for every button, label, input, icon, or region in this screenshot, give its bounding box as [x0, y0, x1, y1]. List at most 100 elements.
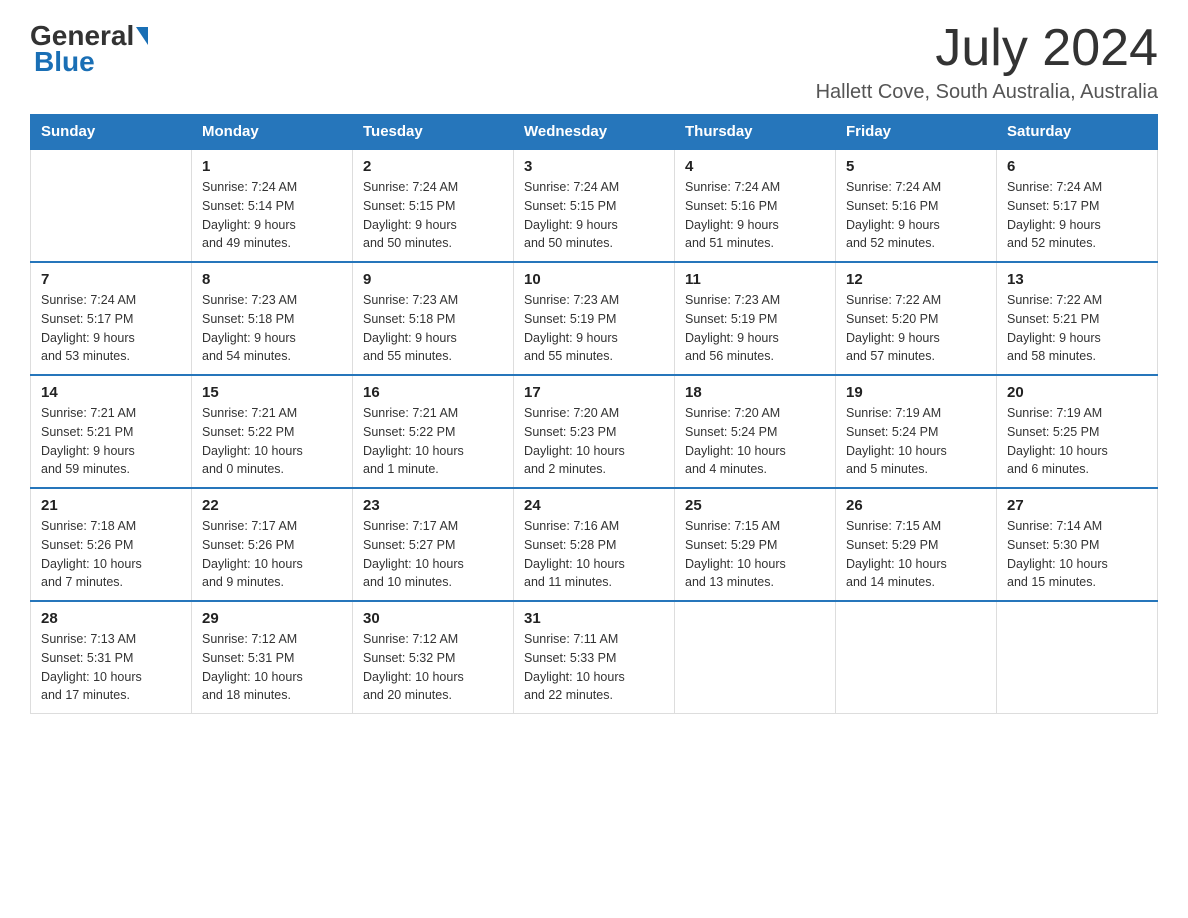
day-info: Sunrise: 7:23 AM Sunset: 5:18 PM Dayligh… — [363, 291, 503, 366]
weekday-header-monday: Monday — [192, 115, 353, 150]
day-info: Sunrise: 7:24 AM Sunset: 5:15 PM Dayligh… — [363, 178, 503, 253]
day-info: Sunrise: 7:12 AM Sunset: 5:31 PM Dayligh… — [202, 630, 342, 705]
calendar-week-row: 21 Sunrise: 7:18 AM Sunset: 5:26 PM Dayli… — [31, 488, 1158, 601]
day-info: Sunrise: 7:24 AM Sunset: 5:15 PM Dayligh… — [524, 178, 664, 253]
day-info: Sunrise: 7:23 AM Sunset: 5:18 PM Dayligh… — [202, 291, 342, 366]
day-info: Sunrise: 7:19 AM Sunset: 5:25 PM Dayligh… — [1007, 404, 1147, 479]
day-number: 31 — [524, 610, 664, 627]
calendar-cell: 17 Sunrise: 7:20 AM Sunset: 5:23 PM Dayli… — [514, 375, 675, 488]
day-info: Sunrise: 7:20 AM Sunset: 5:23 PM Dayligh… — [524, 404, 664, 479]
day-info: Sunrise: 7:24 AM Sunset: 5:16 PM Dayligh… — [846, 178, 986, 253]
title-block: July 2024 Hallett Cove, South Australia,… — [816, 20, 1158, 104]
calendar-cell: 8Sunrise: 7:23 AM Sunset: 5:18 PM Daylig… — [192, 262, 353, 375]
calendar-cell: 31 Sunrise: 7:11 AM Sunset: 5:33 PM Dayli… — [514, 601, 675, 714]
calendar-cell — [997, 601, 1158, 714]
calendar-cell — [836, 601, 997, 714]
day-info: Sunrise: 7:23 AM Sunset: 5:19 PM Dayligh… — [685, 291, 825, 366]
day-number: 14 — [41, 384, 181, 401]
calendar-table: SundayMondayTuesdayWednesdayThursdayFrid… — [30, 114, 1158, 714]
calendar-cell: 15Sunrise: 7:21 AM Sunset: 5:22 PM Dayli… — [192, 375, 353, 488]
calendar-cell: 30 Sunrise: 7:12 AM Sunset: 5:32 PM Dayli… — [353, 601, 514, 714]
logo: General Blue — [30, 20, 150, 78]
day-number: 6 — [1007, 158, 1147, 175]
calendar-cell: 10Sunrise: 7:23 AM Sunset: 5:19 PM Dayli… — [514, 262, 675, 375]
day-number: 1 — [202, 158, 342, 175]
day-info: Sunrise: 7:15 AM Sunset: 5:29 PM Dayligh… — [685, 517, 825, 592]
calendar-cell: 26 Sunrise: 7:15 AM Sunset: 5:29 PM Dayli… — [836, 488, 997, 601]
calendar-cell: 23 Sunrise: 7:17 AM Sunset: 5:27 PM Dayli… — [353, 488, 514, 601]
day-number: 23 — [363, 497, 503, 514]
location-title: Hallett Cove, South Australia, Australia — [816, 81, 1158, 104]
day-info: Sunrise: 7:12 AM Sunset: 5:32 PM Dayligh… — [363, 630, 503, 705]
calendar-cell: 4 Sunrise: 7:24 AM Sunset: 5:16 PM Daylig… — [675, 149, 836, 262]
calendar-cell: 27 Sunrise: 7:14 AM Sunset: 5:30 PM Dayli… — [997, 488, 1158, 601]
calendar-cell: 13 Sunrise: 7:22 AM Sunset: 5:21 PM Dayli… — [997, 262, 1158, 375]
calendar-cell: 9Sunrise: 7:23 AM Sunset: 5:18 PM Daylig… — [353, 262, 514, 375]
day-number: 17 — [524, 384, 664, 401]
calendar-week-row: 14 Sunrise: 7:21 AM Sunset: 5:21 PM Dayli… — [31, 375, 1158, 488]
calendar-cell: 3 Sunrise: 7:24 AM Sunset: 5:15 PM Daylig… — [514, 149, 675, 262]
calendar-cell: 6 Sunrise: 7:24 AM Sunset: 5:17 PM Daylig… — [997, 149, 1158, 262]
calendar-cell: 14 Sunrise: 7:21 AM Sunset: 5:21 PM Dayli… — [31, 375, 192, 488]
calendar-week-row: 7Sunrise: 7:24 AM Sunset: 5:17 PM Daylig… — [31, 262, 1158, 375]
day-number: 30 — [363, 610, 503, 627]
calendar-cell: 22 Sunrise: 7:17 AM Sunset: 5:26 PM Dayli… — [192, 488, 353, 601]
day-info: Sunrise: 7:17 AM Sunset: 5:26 PM Dayligh… — [202, 517, 342, 592]
calendar-cell: 24Sunrise: 7:16 AM Sunset: 5:28 PM Dayli… — [514, 488, 675, 601]
day-info: Sunrise: 7:15 AM Sunset: 5:29 PM Dayligh… — [846, 517, 986, 592]
day-number: 12 — [846, 271, 986, 288]
day-number: 26 — [846, 497, 986, 514]
calendar-cell: 19Sunrise: 7:19 AM Sunset: 5:24 PM Dayli… — [836, 375, 997, 488]
day-number: 18 — [685, 384, 825, 401]
calendar-cell: 20Sunrise: 7:19 AM Sunset: 5:25 PM Dayli… — [997, 375, 1158, 488]
calendar-cell: 7Sunrise: 7:24 AM Sunset: 5:17 PM Daylig… — [31, 262, 192, 375]
calendar-cell: 18 Sunrise: 7:20 AM Sunset: 5:24 PM Dayli… — [675, 375, 836, 488]
weekday-header-saturday: Saturday — [997, 115, 1158, 150]
calendar-cell — [675, 601, 836, 714]
day-number: 3 — [524, 158, 664, 175]
calendar-cell: 12 Sunrise: 7:22 AM Sunset: 5:20 PM Dayli… — [836, 262, 997, 375]
day-info: Sunrise: 7:24 AM Sunset: 5:14 PM Dayligh… — [202, 178, 342, 253]
day-info: Sunrise: 7:24 AM Sunset: 5:17 PM Dayligh… — [1007, 178, 1147, 253]
day-number: 4 — [685, 158, 825, 175]
calendar-week-row: 1 Sunrise: 7:24 AM Sunset: 5:14 PM Daylig… — [31, 149, 1158, 262]
day-number: 7 — [41, 271, 181, 288]
day-info: Sunrise: 7:24 AM Sunset: 5:16 PM Dayligh… — [685, 178, 825, 253]
day-info: Sunrise: 7:21 AM Sunset: 5:21 PM Dayligh… — [41, 404, 181, 479]
day-info: Sunrise: 7:13 AM Sunset: 5:31 PM Dayligh… — [41, 630, 181, 705]
day-info: Sunrise: 7:21 AM Sunset: 5:22 PM Dayligh… — [363, 404, 503, 479]
day-info: Sunrise: 7:22 AM Sunset: 5:21 PM Dayligh… — [1007, 291, 1147, 366]
day-number: 22 — [202, 497, 342, 514]
day-number: 25 — [685, 497, 825, 514]
calendar-cell: 2 Sunrise: 7:24 AM Sunset: 5:15 PM Daylig… — [353, 149, 514, 262]
day-number: 10 — [524, 271, 664, 288]
calendar-cell: 21 Sunrise: 7:18 AM Sunset: 5:26 PM Dayli… — [31, 488, 192, 601]
day-info: Sunrise: 7:14 AM Sunset: 5:30 PM Dayligh… — [1007, 517, 1147, 592]
day-number: 13 — [1007, 271, 1147, 288]
day-info: Sunrise: 7:22 AM Sunset: 5:20 PM Dayligh… — [846, 291, 986, 366]
day-number: 2 — [363, 158, 503, 175]
month-title: July 2024 — [816, 20, 1158, 77]
weekday-header-wednesday: Wednesday — [514, 115, 675, 150]
day-number: 5 — [846, 158, 986, 175]
day-number: 29 — [202, 610, 342, 627]
day-info: Sunrise: 7:19 AM Sunset: 5:24 PM Dayligh… — [846, 404, 986, 479]
calendar-cell: 11 Sunrise: 7:23 AM Sunset: 5:19 PM Dayli… — [675, 262, 836, 375]
calendar-cell — [31, 149, 192, 262]
day-info: Sunrise: 7:16 AM Sunset: 5:28 PM Dayligh… — [524, 517, 664, 592]
weekday-header-friday: Friday — [836, 115, 997, 150]
calendar-cell: 16 Sunrise: 7:21 AM Sunset: 5:22 PM Dayli… — [353, 375, 514, 488]
day-number: 27 — [1007, 497, 1147, 514]
day-info: Sunrise: 7:20 AM Sunset: 5:24 PM Dayligh… — [685, 404, 825, 479]
calendar-header-row: SundayMondayTuesdayWednesdayThursdayFrid… — [31, 115, 1158, 150]
day-number: 16 — [363, 384, 503, 401]
day-info: Sunrise: 7:11 AM Sunset: 5:33 PM Dayligh… — [524, 630, 664, 705]
day-info: Sunrise: 7:18 AM Sunset: 5:26 PM Dayligh… — [41, 517, 181, 592]
day-number: 11 — [685, 271, 825, 288]
day-number: 21 — [41, 497, 181, 514]
logo-blue-text: Blue — [34, 46, 95, 77]
calendar-cell: 25 Sunrise: 7:15 AM Sunset: 5:29 PM Dayli… — [675, 488, 836, 601]
day-info: Sunrise: 7:17 AM Sunset: 5:27 PM Dayligh… — [363, 517, 503, 592]
calendar-cell: 1 Sunrise: 7:24 AM Sunset: 5:14 PM Daylig… — [192, 149, 353, 262]
calendar-week-row: 28Sunrise: 7:13 AM Sunset: 5:31 PM Dayli… — [31, 601, 1158, 714]
